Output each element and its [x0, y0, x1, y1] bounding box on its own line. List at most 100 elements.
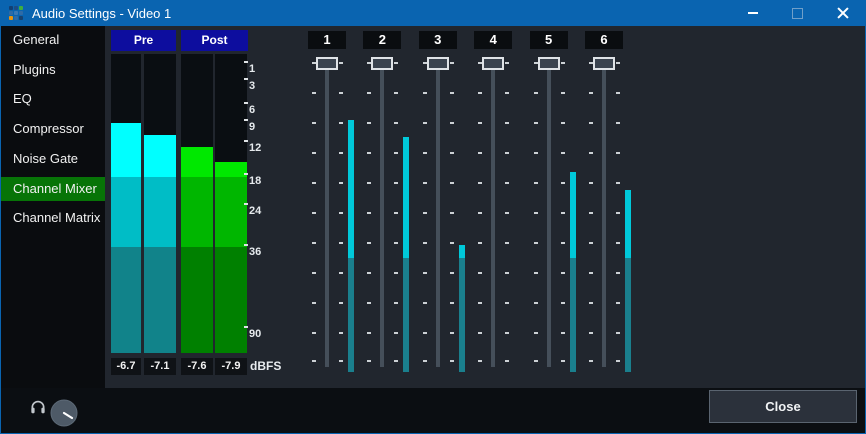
close-button[interactable]: Close: [709, 390, 857, 423]
channel-2-slider-track[interactable]: [380, 58, 384, 367]
channel-5-meter: [570, 172, 576, 372]
slider-tick: [505, 92, 509, 94]
slider-tick: [561, 212, 565, 214]
sidebar-item-general[interactable]: General: [1, 28, 105, 52]
slider-tick: [450, 302, 454, 304]
scale-label: 18: [249, 173, 261, 189]
channel-1-header: 1: [308, 31, 346, 49]
slider-tick: [339, 92, 343, 94]
channel-1-slider-track[interactable]: [325, 58, 329, 367]
scale-tick: [244, 102, 248, 104]
channel-3-header: 3: [419, 31, 457, 49]
slider-tick: [367, 212, 371, 214]
slider-tick: [505, 62, 509, 64]
slider-tick: [367, 332, 371, 334]
pre-meter-level: [111, 123, 141, 353]
slider-tick: [394, 360, 398, 362]
scale-label: 24: [249, 203, 261, 219]
scale-tick: [244, 61, 248, 63]
slider-tick: [394, 212, 398, 214]
channel-1-slider-handle[interactable]: [316, 57, 338, 70]
slider-tick: [478, 212, 482, 214]
slider-tick: [312, 92, 316, 94]
slider-tick: [616, 152, 620, 154]
slider-tick: [505, 360, 509, 362]
slider-tick: [450, 272, 454, 274]
sidebar-item-channel-matrix[interactable]: Channel Matrix: [1, 206, 105, 230]
slider-tick: [312, 182, 316, 184]
slider-tick: [616, 302, 620, 304]
app-icon: [9, 6, 24, 21]
sidebar-item-eq[interactable]: EQ: [1, 87, 105, 111]
slider-tick: [505, 272, 509, 274]
maximize-icon: [792, 8, 803, 19]
slider-tick: [339, 62, 343, 64]
channel-5-slider-handle[interactable]: [538, 57, 560, 70]
slider-tick: [561, 272, 565, 274]
slider-tick: [589, 212, 593, 214]
slider-tick: [367, 360, 371, 362]
slider-tick: [450, 62, 454, 64]
headphones-icon: [29, 398, 47, 415]
slider-tick: [450, 182, 454, 184]
post-bus-header: Post: [181, 30, 248, 51]
sidebar-item-channel-mixer[interactable]: Channel Mixer: [1, 177, 105, 201]
channel-4-slider-track[interactable]: [491, 58, 495, 367]
slider-tick: [423, 332, 427, 334]
slider-tick: [616, 360, 620, 362]
slider-tick: [561, 242, 565, 244]
channel-2-meter: [403, 137, 409, 372]
slider-tick: [450, 122, 454, 124]
app-icon-square: [19, 16, 23, 20]
sidebar-item-compressor[interactable]: Compressor: [1, 117, 105, 141]
slider-tick: [339, 360, 343, 362]
app-icon-square: [19, 6, 23, 10]
window-title: Audio Settings - Video 1: [32, 6, 171, 21]
channel-3-slider-handle[interactable]: [427, 57, 449, 70]
app-icon-square: [14, 16, 18, 20]
sidebar-item-plugins[interactable]: Plugins: [1, 58, 105, 82]
minimize-button[interactable]: [730, 0, 775, 26]
slider-tick: [505, 182, 509, 184]
scale-label: 90: [249, 326, 261, 342]
slider-tick: [616, 212, 620, 214]
slider-tick: [616, 62, 620, 64]
channel-2-slider-handle[interactable]: [371, 57, 393, 70]
app-icon-square: [9, 6, 13, 10]
slider-tick: [589, 332, 593, 334]
slider-tick: [394, 272, 398, 274]
channel-5-slider-track[interactable]: [547, 58, 551, 367]
slider-tick: [534, 212, 538, 214]
pre-meter-right: [144, 54, 176, 353]
slider-tick: [561, 122, 565, 124]
slider-tick: [367, 272, 371, 274]
slider-tick: [561, 92, 565, 94]
pre-bus-header: Pre: [111, 30, 176, 51]
sidebar-item-noise-gate[interactable]: Noise Gate: [1, 147, 105, 171]
slider-tick: [561, 62, 565, 64]
slider-tick: [423, 182, 427, 184]
slider-tick: [534, 272, 538, 274]
slider-tick: [339, 122, 343, 124]
channel-3-slider-track[interactable]: [436, 58, 440, 367]
settings-sidebar: General Plugins EQ Compressor Noise Gate Chan…: [1, 26, 105, 433]
scale-tick: [244, 173, 248, 175]
headphone-volume-knob[interactable]: [50, 399, 78, 427]
scale-label: 6: [249, 102, 255, 118]
channel-1-meter: [348, 120, 354, 372]
slider-tick: [534, 122, 538, 124]
slider-tick: [394, 122, 398, 124]
slider-tick: [616, 92, 620, 94]
close-window-button[interactable]: [820, 0, 865, 26]
app-icon-square: [14, 11, 18, 15]
slider-tick: [589, 122, 593, 124]
dbfs-label: dBFS: [250, 358, 281, 375]
channel-6-slider-track[interactable]: [602, 58, 606, 367]
scale-tick: [244, 326, 248, 328]
channel-6-header: 6: [585, 31, 623, 49]
slider-tick: [534, 332, 538, 334]
maximize-button[interactable]: [775, 0, 820, 26]
slider-tick: [312, 272, 316, 274]
channel-4-slider-handle[interactable]: [482, 57, 504, 70]
channel-6-slider-handle[interactable]: [593, 57, 615, 70]
